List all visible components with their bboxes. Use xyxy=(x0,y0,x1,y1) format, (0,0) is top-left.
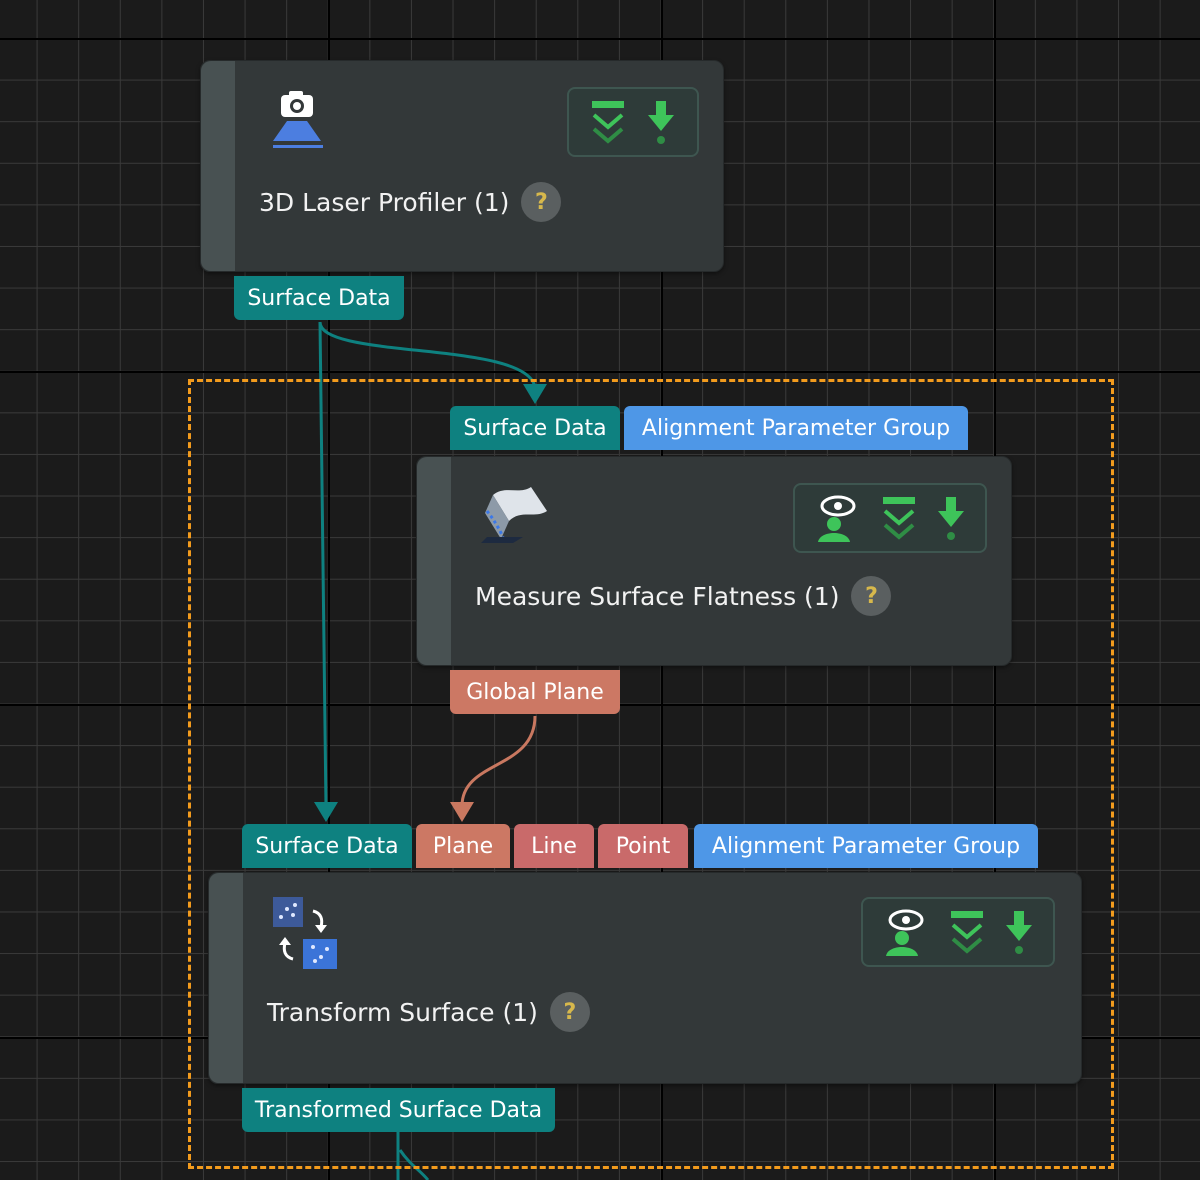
download-icon[interactable] xyxy=(646,99,676,145)
transform-icon xyxy=(273,897,337,969)
visualize-icon[interactable] xyxy=(814,494,862,542)
help-icon[interactable]: ? xyxy=(851,576,892,616)
camera-profiler-icon xyxy=(273,91,323,148)
node-title-text: Measure Surface Flatness (1) xyxy=(475,581,840,611)
node-title-text: 3D Laser Profiler (1) xyxy=(259,187,510,217)
help-icon[interactable]: ? xyxy=(521,182,562,222)
port-input-surface-data[interactable]: Surface Data xyxy=(450,406,620,450)
port-input-plane[interactable]: Plane xyxy=(416,824,510,868)
port-input-surface-data[interactable]: Surface Data xyxy=(242,824,412,868)
node-title: Transform Surface (1) ? xyxy=(267,991,590,1033)
node-transform-surface[interactable]: Transform Surface (1) ? xyxy=(208,872,1082,1084)
help-icon[interactable]: ? xyxy=(549,992,590,1032)
node-laser-profiler[interactable]: 3D Laser Profiler (1) ? xyxy=(200,60,724,272)
node-stripe xyxy=(417,457,451,665)
port-input-line[interactable]: Line xyxy=(514,824,594,868)
collapse-icon[interactable] xyxy=(949,909,985,955)
node-title: Measure Surface Flatness (1) ? xyxy=(475,575,892,617)
port-input-alignment-parameter-group[interactable]: Alignment Parameter Group xyxy=(624,406,968,450)
surface-icon xyxy=(481,487,547,543)
port-input-alignment-parameter-group[interactable]: Alignment Parameter Group xyxy=(694,824,1038,868)
download-icon[interactable] xyxy=(936,495,966,541)
collapse-icon[interactable] xyxy=(590,99,626,145)
port-output-surface-data[interactable]: Surface Data xyxy=(234,276,404,320)
port-output-global-plane[interactable]: Global Plane xyxy=(450,670,620,714)
node-title: 3D Laser Profiler (1) ? xyxy=(259,181,562,223)
node-toolbar xyxy=(861,897,1055,967)
collapse-icon[interactable] xyxy=(881,495,917,541)
node-stripe xyxy=(201,61,235,271)
visualize-icon[interactable] xyxy=(882,908,930,956)
node-stripe xyxy=(209,873,243,1083)
port-output-transformed-surface-data[interactable]: Transformed Surface Data xyxy=(242,1088,555,1132)
node-measure-surface-flatness[interactable]: Measure Surface Flatness (1) ? xyxy=(416,456,1012,666)
download-icon[interactable] xyxy=(1004,909,1034,955)
node-toolbar xyxy=(793,483,987,553)
port-input-point[interactable]: Point xyxy=(598,824,688,868)
node-title-text: Transform Surface (1) xyxy=(267,997,538,1027)
node-toolbar xyxy=(567,87,699,157)
